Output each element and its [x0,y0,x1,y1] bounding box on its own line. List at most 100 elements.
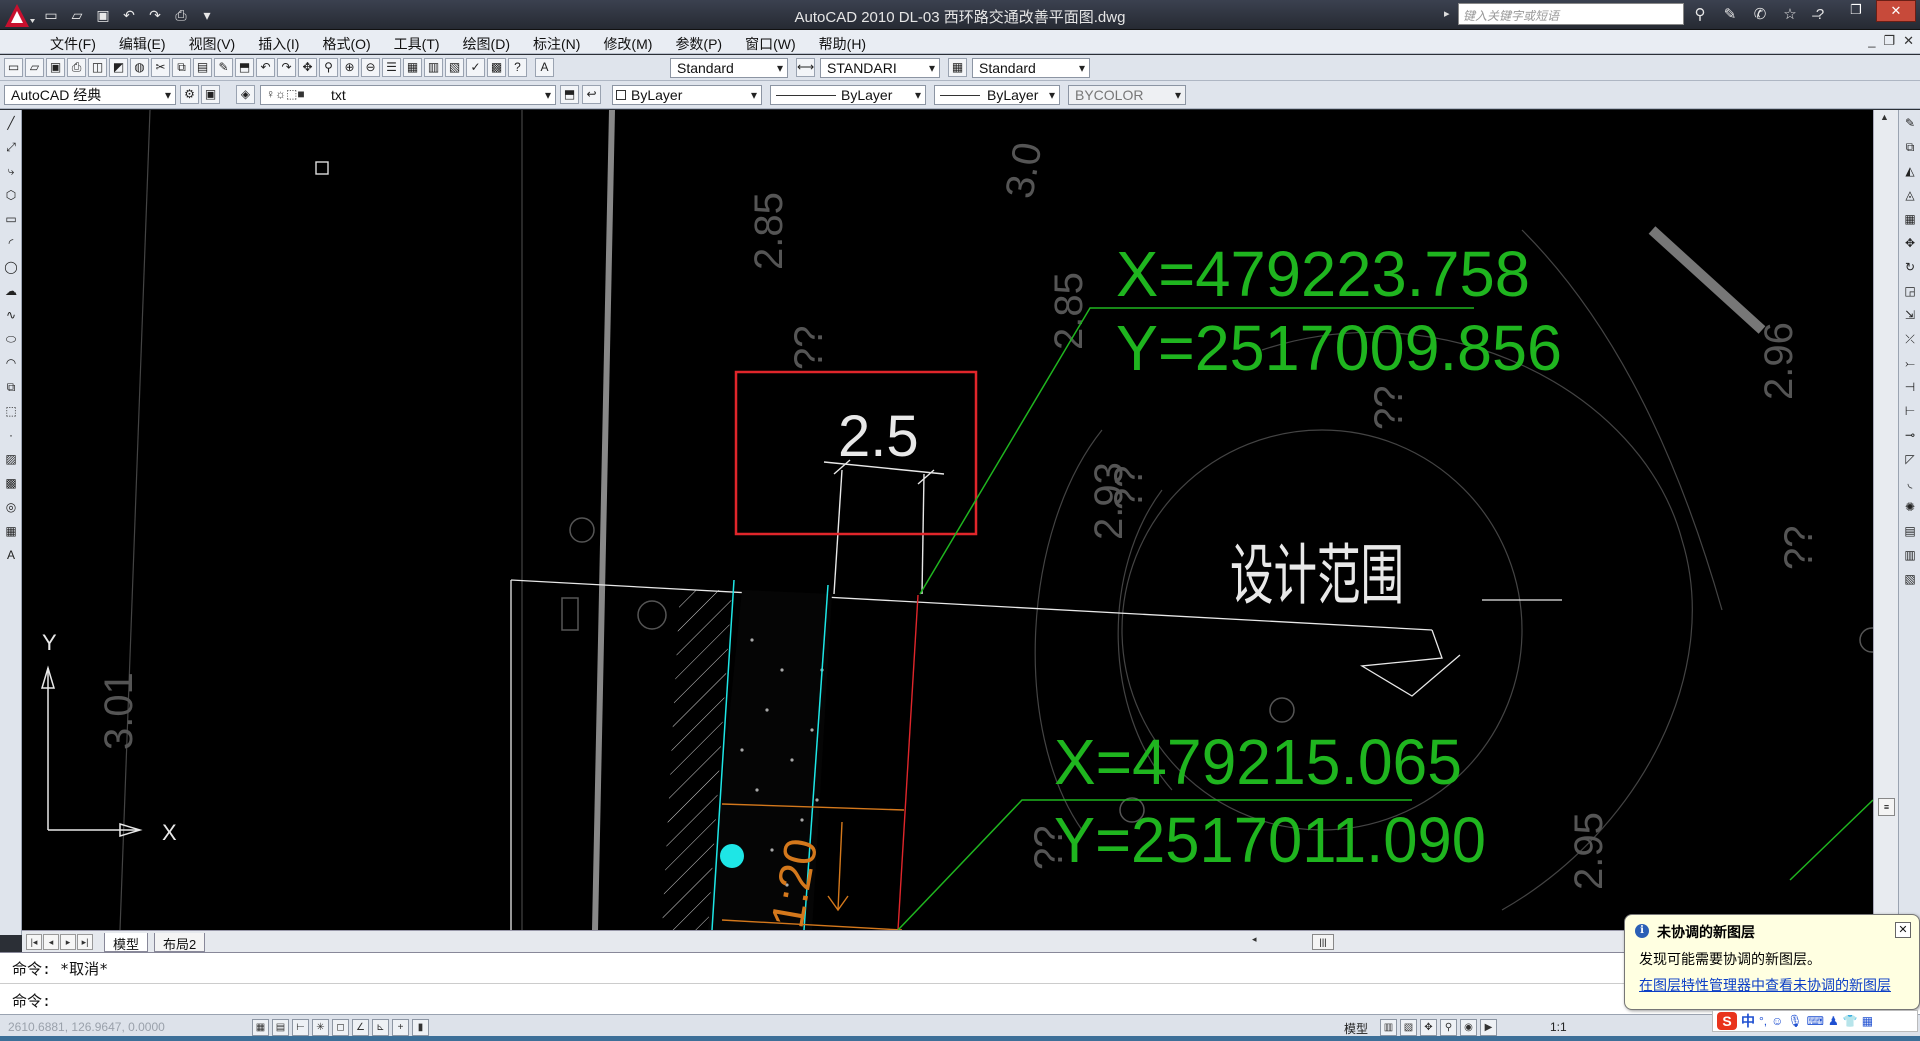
copy-icon[interactable]: ⧉ [172,58,191,77]
doc-close-icon[interactable]: ✕ [1903,33,1914,49]
erase-icon[interactable]: ✎ [1901,114,1919,132]
menu-help[interactable]: 帮助(H) [819,34,879,54]
save-file-icon[interactable]: ▣ [46,58,65,77]
otrack-icon[interactable]: ∠ [352,1019,369,1036]
rotate-icon[interactable]: ↻ [1901,258,1919,276]
menu-edit[interactable]: 编辑(E) [119,34,179,54]
mtext-icon[interactable]: A [2,546,20,564]
menu-draw[interactable]: 绘图(D) [463,34,523,54]
model-space-label[interactable]: 模型 [1344,1020,1368,1037]
zoom-window-icon[interactable]: ⊕ [340,58,359,77]
block-editor-icon[interactable]: ⬒ [235,58,254,77]
dim-style-combo[interactable]: STANDARI [820,58,940,78]
showmotion-icon[interactable]: ▶ [1480,1019,1497,1036]
table-style-combo[interactable]: Standard [972,58,1090,78]
menu-parametric[interactable]: 参数(P) [675,34,735,54]
new-icon[interactable]: ▭ [40,4,62,26]
hatch-icon[interactable]: ▨ [2,450,20,468]
tab-model[interactable]: 模型 [104,933,149,952]
draw-order-back-icon[interactable]: ▥ [1901,546,1919,564]
command-prompt[interactable]: 命令: [12,990,51,1011]
plot-preview-icon[interactable]: ◫ [88,58,107,77]
menu-dimension[interactable]: 标注(N) [533,34,593,54]
plot-icon[interactable]: ⎙ [67,58,86,77]
markup-icon[interactable]: ✓ [466,58,485,77]
ducs-icon[interactable]: ⊾ [372,1019,389,1036]
chamfer-icon[interactable]: ◸ [1901,450,1919,468]
binoculars-icon[interactable]: ⚲ [1688,4,1712,26]
redo-icon[interactable]: ↷ [144,4,166,26]
workspace-settings-icon[interactable]: ⚙ [180,85,199,104]
voice-icon[interactable]: 🎙 [1787,1014,1802,1028]
tool-palettes-icon[interactable]: ▥ [424,58,443,77]
table-icon[interactable]: ▦ [2,522,20,540]
break-icon[interactable]: ⊢ [1901,402,1919,420]
zoom-previous-icon[interactable]: ⊖ [361,58,380,77]
make-block-icon[interactable]: ⬚ [2,402,20,420]
emoji-icon[interactable]: ☺ [1771,1014,1783,1028]
menu-modify[interactable]: 修改(M) [603,34,665,54]
circle-icon[interactable]: ◯ [2,258,20,276]
text-style-combo[interactable]: Standard [670,58,788,78]
ortho-icon[interactable]: ⊢ [292,1019,309,1036]
workspace-combo[interactable]: AutoCAD 经典 [4,85,176,105]
menu-window[interactable]: 窗口(W) [745,34,809,54]
construction-line-icon[interactable]: ⤢ [2,138,20,156]
menu-format[interactable]: 格式(O) [322,34,383,54]
user-icon[interactable]: ♟ [1828,1014,1839,1028]
keyboard-icon[interactable]: ⌨ [1807,1014,1824,1028]
annotation-scale[interactable]: 1:1 [1550,1020,1567,1034]
sogou-logo-icon[interactable]: S [1717,1012,1737,1030]
3d-dwf-icon[interactable]: ◍ [130,58,149,77]
polygon-icon[interactable]: ⬡ [2,186,20,204]
subscription-icon[interactable]: ✎ [1718,4,1742,26]
prev-tab-icon[interactable]: ◂ [43,934,59,950]
gradient-icon[interactable]: ▩ [2,474,20,492]
table-style-icon[interactable]: ▦ [948,58,967,77]
cut-icon[interactable]: ✂ [151,58,170,77]
next-tab-icon[interactable]: ▸ [60,934,76,950]
line-icon[interactable]: ╱ [2,114,20,132]
open-file-icon[interactable]: ▱ [25,58,44,77]
color-combo[interactable]: ByLayer [612,85,762,105]
offset-icon[interactable]: ◬ [1901,186,1919,204]
last-tab-icon[interactable]: ▸| [77,934,93,950]
tab-layout2[interactable]: 布局2 [154,933,206,952]
dyn-icon[interactable]: + [392,1019,409,1036]
lineweight-toggle-icon[interactable]: ▮ [412,1019,429,1036]
menu-insert[interactable]: 插入(I) [258,34,312,54]
draw-order-front-icon[interactable]: ▧ [1901,570,1919,588]
move-icon[interactable]: ✥ [1901,234,1919,252]
steering-wheel-icon[interactable]: ◉ [1460,1019,1477,1036]
qat-dropdown-icon[interactable]: ▾ [196,4,218,26]
menu-tools[interactable]: 工具(T) [394,34,453,54]
osnap-icon[interactable]: ◻ [332,1019,349,1036]
polar-icon[interactable]: ✳ [312,1019,329,1036]
design-center-icon[interactable]: ▦ [403,58,422,77]
minimize-icon[interactable]: _ [1796,0,1836,22]
draw-order-icon[interactable]: ▤ [1901,522,1919,540]
break-at-point-icon[interactable]: ⊣ [1901,378,1919,396]
match-properties-icon[interactable]: ✎ [214,58,233,77]
point-icon[interactable]: · [2,426,20,444]
drawing-svg[interactable]: 2.85 3.0 2.85 2.96 2.93 3.01 2.95 ?? ?? … [22,110,1873,930]
sheet-set-icon[interactable]: ▧ [445,58,464,77]
spline-icon[interactable]: ∿ [2,306,20,324]
restore-icon[interactable]: ❐ [1836,0,1876,22]
pan-icon[interactable]: ✥ [298,58,317,77]
ellipse-icon[interactable]: ⬭ [2,330,20,348]
ellipse-arc-icon[interactable]: ◠ [2,354,20,372]
undo-icon[interactable]: ↶ [256,58,275,77]
scroll-up-icon[interactable]: ▲ [1880,112,1889,122]
rectangle-icon[interactable]: ▭ [2,210,20,228]
menu-file[interactable]: 文件(F) [50,34,109,54]
fillet-icon[interactable]: ◟ [1901,474,1919,492]
close-icon[interactable]: ✕ [1876,0,1916,22]
plot-icon[interactable]: ⎙ [170,4,192,26]
hscroll-left-icon[interactable]: ◂ [1252,934,1257,945]
communication-icon[interactable]: ✆ [1748,4,1772,26]
make-current-layer-icon[interactable]: ⬒ [560,85,579,104]
save-icon[interactable]: ▣ [92,4,114,26]
join-icon[interactable]: ⊸ [1901,426,1919,444]
open-icon[interactable]: ▱ [66,4,88,26]
